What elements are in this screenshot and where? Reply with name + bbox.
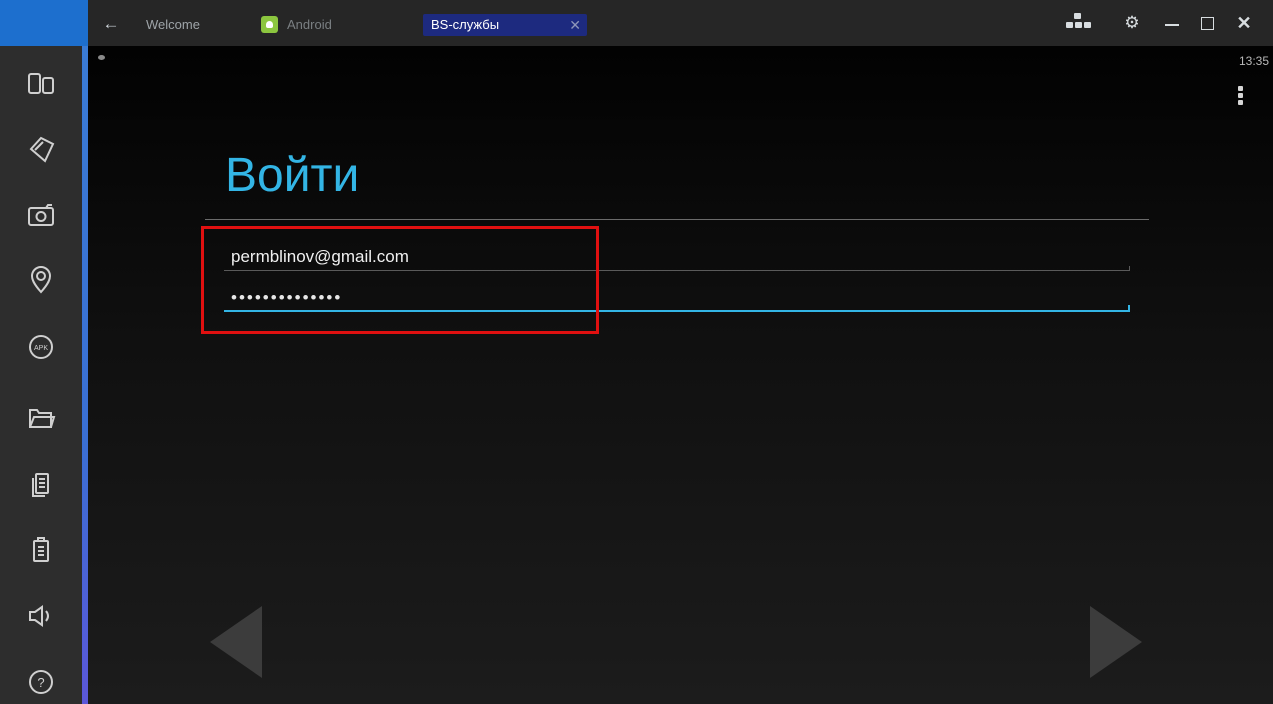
tab-bs-services[interactable]: BS-службы ✕: [423, 14, 587, 36]
folder-icon[interactable]: [21, 398, 61, 438]
svg-text:?: ?: [37, 675, 44, 690]
android-app-icon: [261, 16, 278, 33]
tab-close-icon[interactable]: ✕: [569, 14, 581, 36]
tab-welcome-label: Welcome: [146, 17, 200, 32]
title-divider: [205, 219, 1149, 220]
minimize-button[interactable]: [1161, 12, 1183, 34]
overflow-menu-icon[interactable]: [1238, 86, 1244, 106]
close-button[interactable]: ✕: [1233, 12, 1255, 34]
tab-welcome[interactable]: Welcome: [146, 14, 236, 36]
highlight-annotation: [201, 226, 599, 334]
shake-icon[interactable]: [21, 130, 61, 170]
back-button[interactable]: ←: [96, 14, 126, 34]
camera-icon[interactable]: [21, 196, 61, 236]
sidebar: APK ?: [0, 46, 82, 704]
paste-icon[interactable]: [21, 530, 61, 570]
android-screen: 13:35 Войти permblinov@gmail.com •••••••…: [88, 46, 1273, 704]
tab-bs-services-label: BS-службы: [431, 17, 500, 32]
maximize-button[interactable]: [1196, 12, 1218, 34]
settings-icon[interactable]: ⚙: [1121, 12, 1143, 34]
rotate-screen-icon[interactable]: [21, 64, 61, 104]
status-time: 13:35: [1238, 54, 1269, 68]
previous-arrow-icon[interactable]: [210, 606, 262, 678]
keyboard-icon[interactable]: [1065, 12, 1093, 34]
svg-text:APK: APK: [34, 345, 48, 352]
help-icon[interactable]: ?: [21, 662, 61, 702]
location-icon[interactable]: [21, 260, 61, 300]
apk-icon[interactable]: APK: [21, 327, 61, 367]
next-arrow-icon[interactable]: [1090, 606, 1142, 678]
brand-block: [0, 0, 88, 46]
page-title: Войти: [225, 149, 360, 202]
copy-icon[interactable]: [21, 464, 61, 504]
notification-icon: [98, 55, 105, 60]
volume-icon[interactable]: [21, 596, 61, 636]
title-bar: ← Welcome Android BS-службы ✕ ⚙ ✕: [0, 0, 1273, 46]
tab-android-label: Android: [287, 17, 332, 32]
tab-android[interactable]: Android: [253, 14, 413, 36]
window-controls: ⚙ ✕: [1013, 0, 1273, 46]
bluestacks-window: ← Welcome Android BS-службы ✕ ⚙ ✕ APK ? …: [0, 0, 1273, 704]
